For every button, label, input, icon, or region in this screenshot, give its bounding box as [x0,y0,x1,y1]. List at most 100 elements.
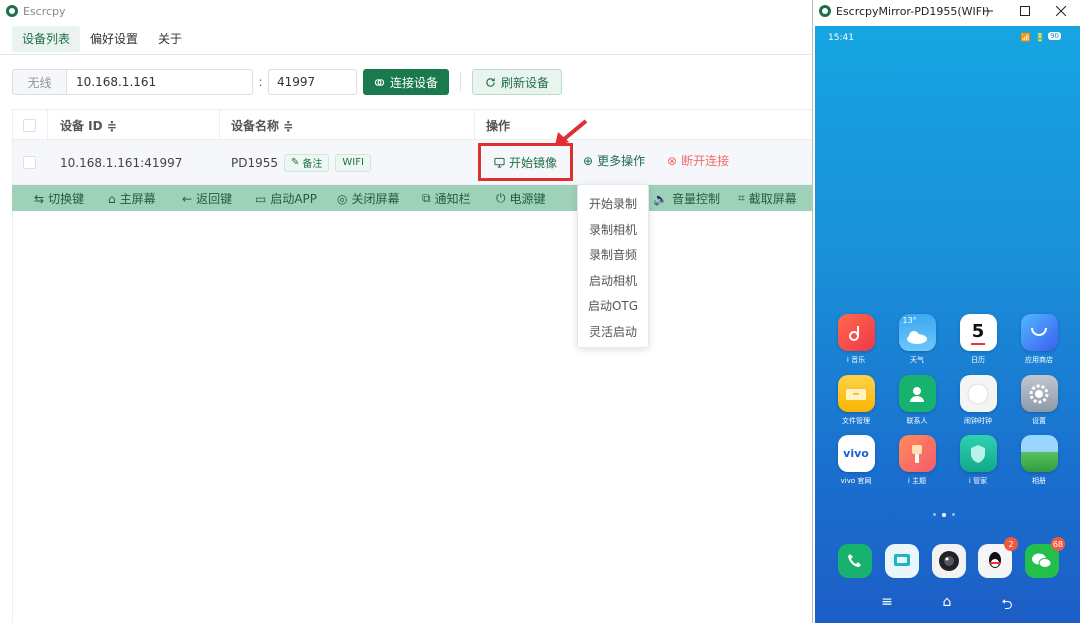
swap-icon: ⇆ [34,191,45,206]
camera-icon [939,551,959,571]
page-dot [933,513,936,516]
eye-off-icon: ◎ [337,191,348,206]
app-themes[interactable]: i 主题 [892,435,942,486]
screen-off-button[interactable]: ◎ 关闭屏幕 [337,190,400,207]
select-all-cell [23,110,36,140]
device-id-cell: 10.168.1.161:41997 [60,155,183,170]
app-clock[interactable]: 闹钟时钟 [953,375,1003,426]
dock-phone[interactable] [838,544,872,578]
annotation-arrow-icon [555,119,588,146]
disconnect-label: 断开连接 [681,154,730,168]
app-label: 设置 [1032,417,1046,425]
tab-device-list[interactable]: 设备列表 [12,26,81,52]
minimize-icon [983,10,993,12]
app-vivo[interactable]: vivo vivo 官网 [831,435,881,486]
home-icon: ⌂ [942,594,952,610]
calendar-icon: 5 [959,314,997,351]
title-bar: Escrcpy [0,0,812,22]
maximize-button[interactable] [1010,2,1040,20]
app-label: 相册 [1032,477,1046,485]
disconnect-button[interactable]: ⊗ 断开连接 [667,152,729,169]
column-header-device-name[interactable]: 设备名称 ≑ [231,110,293,140]
volume-icon: 🔉 [653,191,668,206]
start-mirror-button[interactable]: 开始镜像 [478,143,573,181]
port-input[interactable] [268,69,357,95]
note-tag[interactable]: ✎ 备注 [284,153,330,172]
folder-icon [837,375,875,412]
minimize-button[interactable] [973,2,1003,20]
screenshot-button[interactable]: ⌗ 截取屏幕 [738,190,797,207]
app-logo-icon [6,5,18,17]
app-label: 应用商店 [1025,356,1053,364]
app-label: 联系人 [906,417,928,425]
menu-item-start-recording[interactable]: 开始录制 [578,191,648,217]
menu-item-launch-otg[interactable]: 启动OTG [578,293,648,319]
status-icons: 📶 🔋 [1020,33,1046,42]
gallery-icon [1020,435,1058,472]
back-key-button[interactable]: ← 返回键 [182,190,232,207]
menu-item-record-camera[interactable]: 录制相机 [578,217,648,243]
dock-camera[interactable] [932,544,966,578]
nav-home-button[interactable]: ⌂ [937,594,957,610]
notification-bar-label: 通知栏 [434,192,471,206]
home-icon: ⌂ [108,191,116,206]
app-calendar[interactable]: 5 日历 [953,314,1003,365]
table-header: 设备 ID ≑ 设备名称 ≑ 操作 [13,109,813,140]
app-label: 天气 [910,356,924,364]
page-dot [952,513,955,516]
column-header-device-id[interactable]: 设备 ID ≑ [60,110,117,140]
ip-address-input[interactable] [66,69,253,95]
menu-item-launch-camera[interactable]: 启动相机 [578,268,648,294]
dock-qq[interactable]: 2 [978,537,1018,578]
refresh-icon [486,77,495,87]
menu-item-custom-launch[interactable]: 灵活启动 [578,319,648,345]
connect-device-button[interactable]: 连接设备 [363,69,450,95]
power-icon: ⏻ [496,191,506,205]
app-music[interactable]: i 音乐 [831,314,881,365]
phone-screen[interactable]: 15:41 📶 🔋 90 i 音乐 13° 天气 5 日历 应用商店 文件管理 … [815,26,1080,623]
mirror-title-bar: EscrcpyMirror-PD1955(WIFI) [813,0,1080,22]
app-label: i 管家 [968,477,988,485]
app-settings[interactable]: 设置 [1014,375,1064,426]
crop-icon: ⌗ [738,191,745,205]
power-key-label: 电源键 [509,192,546,206]
refresh-devices-label: 刷新设备 [501,75,550,90]
app-contacts[interactable]: 联系人 [892,375,942,426]
dock-messages[interactable] [885,544,919,578]
connection-type-prefix: 无线 [12,69,66,95]
column-header-actions: 操作 [486,118,511,133]
nav-back-button[interactable]: ⮌ [997,594,1017,618]
connect-row: 无线 : 连接设备 刷新设备 [12,69,563,95]
wifi-tag: WIFI [335,153,371,172]
monitor-icon [494,157,505,168]
more-actions-button[interactable]: ⊕ 更多操作 [583,152,645,169]
port-separator: : [258,75,263,89]
app-gallery[interactable]: 相册 [1014,435,1064,486]
dock-wechat[interactable]: 68 [1025,537,1065,578]
app-files[interactable]: 文件管理 [831,375,881,426]
select-all-checkbox[interactable] [23,118,36,132]
clock-icon [959,375,997,412]
menu-item-record-audio[interactable]: 录制音频 [578,242,648,268]
close-button[interactable] [1046,2,1076,20]
app-icon: ▭ [255,191,267,206]
close-circle-icon: ⊗ [667,153,678,168]
shield-icon [959,435,997,472]
switch-key-button[interactable]: ⇆ 切换键 [34,190,84,207]
row-checkbox[interactable] [23,156,36,169]
app-store[interactable]: 应用商店 [1014,314,1064,365]
app-weather[interactable]: 13° 天气 [892,314,942,365]
tab-about[interactable]: 关于 [148,26,192,52]
refresh-devices-button[interactable]: 刷新设备 [472,69,563,95]
home-key-button[interactable]: ⌂ 主屏幕 [108,190,156,207]
notification-bar-button[interactable]: ⧉ 通知栏 [422,190,471,207]
vivo-icon: vivo [837,435,875,472]
launch-app-button[interactable]: ▭ 启动APP [255,190,317,207]
link-icon [374,78,385,86]
weather-icon: 13° [898,314,936,351]
nav-menu-button[interactable]: ≡ [877,594,897,610]
volume-control-button[interactable]: 🔉 音量控制 [653,190,720,207]
app-manager[interactable]: i 管家 [953,435,1003,486]
tab-preferences[interactable]: 偏好设置 [80,26,148,52]
power-key-button[interactable]: ⏻ 电源键 [496,190,546,207]
